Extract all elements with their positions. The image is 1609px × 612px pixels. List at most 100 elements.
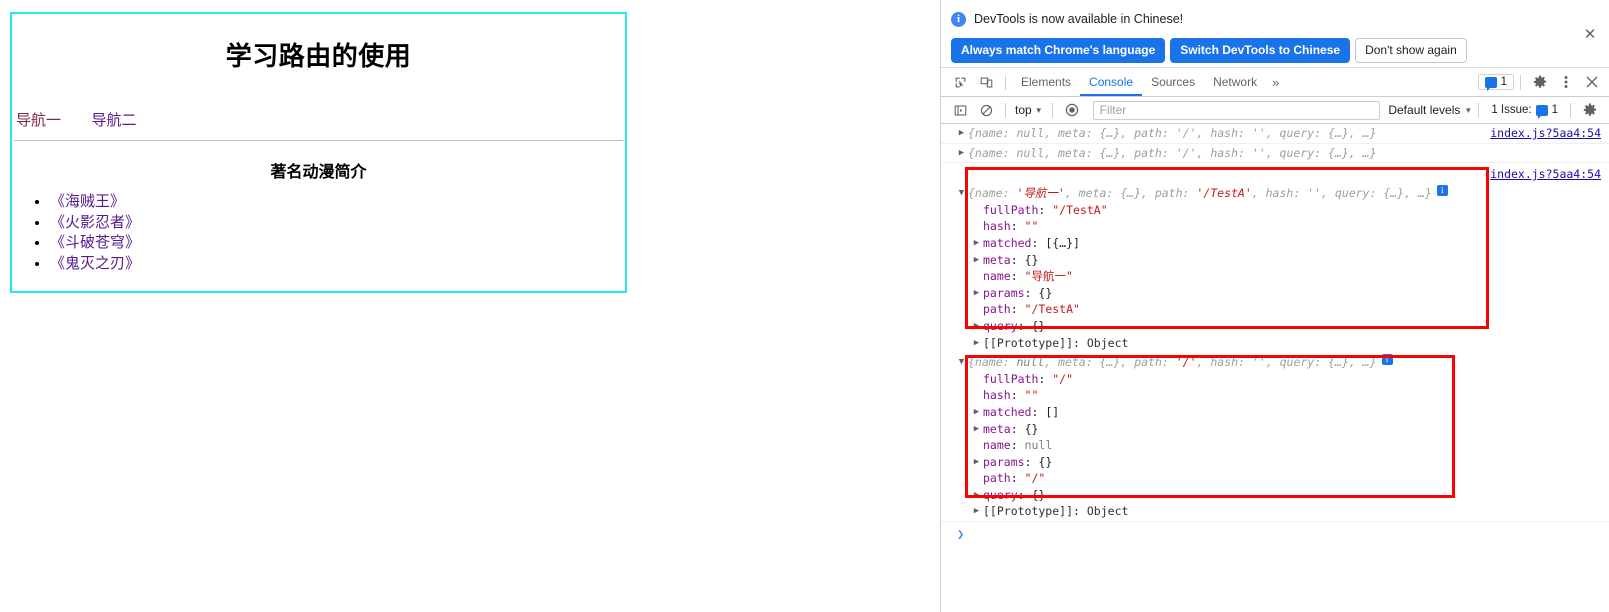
live-expression-icon[interactable] (1059, 98, 1085, 122)
console-settings-gear-icon[interactable] (1577, 98, 1603, 122)
prompt-caret-icon: ❯ (957, 527, 965, 542)
expand-arrow-icon[interactable]: ▶ (970, 235, 983, 252)
expand-arrow-icon[interactable]: ▶ (970, 454, 983, 471)
property-key: params (983, 454, 1025, 469)
property-value: {} (1024, 252, 1039, 267)
source-link[interactable]: index.js?5aa4:54 (1490, 125, 1601, 142)
expand-arrow-icon[interactable]: ▶ (970, 487, 983, 504)
device-toolbar-icon[interactable] (973, 70, 999, 94)
preview-path-value: '/TestA' (1196, 186, 1252, 201)
property-key: path (983, 471, 1011, 486)
console-filter-input[interactable] (1092, 100, 1381, 120)
locale-notification-banner: i DevTools is now available in Chinese! … (941, 0, 1609, 68)
property-value: "" (1024, 388, 1039, 403)
property-value: {} (1038, 285, 1053, 300)
issues-counter[interactable]: 1 Issue: 1 (1485, 103, 1564, 119)
close-devtools-icon[interactable] (1579, 70, 1605, 94)
execution-context-selector[interactable]: top ▼ (1012, 103, 1046, 117)
object-preview: {name: null, meta: {…}, path: '/', hash:… (968, 126, 1377, 140)
collapse-arrow-icon[interactable]: ▼ (955, 354, 968, 371)
property-value: {} (1024, 421, 1039, 436)
expand-arrow-icon[interactable]: ▶ (970, 404, 983, 421)
gear-icon[interactable] (1527, 70, 1553, 94)
object-preview: {name: null, meta: {…}, path: '/', hash:… (968, 355, 1377, 370)
expand-arrow-icon[interactable]: ▶ (970, 318, 983, 335)
expand-arrow-icon[interactable]: ▶ (970, 503, 983, 520)
object-property[interactable]: ▶ query: {} (955, 487, 1609, 504)
property-value: Object (1086, 335, 1129, 350)
tab-console[interactable]: Console (1080, 68, 1143, 96)
log-levels-selector[interactable]: Default levels ▼ (1388, 103, 1472, 117)
issues-count: 1 (1551, 104, 1558, 116)
more-tabs-icon[interactable]: » (1266, 75, 1285, 90)
property-value: Object (1086, 504, 1129, 519)
object-property[interactable]: ▶ query: {} (955, 318, 1609, 335)
object-property: fullPath: "/" (983, 371, 1074, 386)
close-icon[interactable]: ✕ (1581, 26, 1599, 44)
app-container: 学习路由的使用 导航一 导航二 著名动漫简介 《海贼王》 《火影忍者》 《斗破苍… (10, 12, 627, 293)
tab-sources[interactable]: Sources (1142, 68, 1204, 96)
console-message-collapsed-1[interactable]: ▶ {name: null, meta: {…}, path: '/', has… (941, 124, 1609, 144)
message-count: 1 (1500, 76, 1507, 88)
property-key: name (983, 269, 1011, 284)
expand-arrow-icon[interactable]: ▶ (955, 145, 968, 162)
object-property[interactable]: ▶ params: {} (955, 285, 1609, 302)
divider (1005, 102, 1006, 118)
expand-arrow-icon[interactable]: ▶ (970, 285, 983, 302)
info-icon[interactable]: i (1436, 185, 1448, 197)
nav-bar: 导航一 导航二 (14, 73, 623, 141)
expand-arrow-icon[interactable]: ▶ (955, 125, 968, 142)
console-message-list[interactable]: ▶ {name: null, meta: {…}, path: '/', has… (941, 124, 1609, 612)
source-link[interactable]: index.js?5aa4:54 (1490, 166, 1601, 183)
property-key: query (983, 318, 1018, 333)
property-key: [[Prototype]] (983, 335, 1074, 350)
property-value: "/TestA" (1052, 202, 1108, 217)
property-key: name (983, 438, 1011, 453)
list-item: 《鬼灭之刃》 (50, 254, 625, 275)
preview-path-value: '/' (1175, 355, 1197, 370)
collapse-arrow-icon[interactable]: ▼ (955, 185, 968, 202)
property-key: fullPath (983, 202, 1039, 217)
dont-show-again-button[interactable]: Don't show again (1355, 38, 1467, 63)
property-key: path (983, 302, 1011, 317)
inspect-element-icon[interactable] (947, 70, 973, 94)
console-prompt[interactable]: ❯ (941, 522, 1609, 543)
expand-arrow-icon[interactable]: ▶ (970, 421, 983, 438)
property-value: "/TestA" (1024, 302, 1080, 317)
divider (1005, 74, 1006, 90)
object-property[interactable]: ▶ meta: {} (955, 421, 1609, 438)
expand-arrow-icon[interactable]: ▶ (970, 335, 983, 352)
tab-elements[interactable]: Elements (1012, 68, 1080, 96)
console-filter-toolbar: top ▼ Default levels ▼ 1 Issue: 1 (941, 97, 1609, 124)
property-key: fullPath (983, 371, 1039, 386)
issues-label: 1 Issue: (1491, 104, 1532, 116)
switch-to-chinese-button[interactable]: Switch DevTools to Chinese (1170, 38, 1351, 63)
more-options-icon[interactable] (1553, 70, 1579, 94)
nav-link-2[interactable]: 导航二 (91, 112, 136, 129)
object-property: hash: "" (983, 388, 1039, 403)
message-count-pill[interactable]: 1 (1477, 74, 1514, 91)
object-property[interactable]: ▶ [[Prototype]]: Object (955, 503, 1609, 520)
tab-network[interactable]: Network (1204, 68, 1266, 96)
nav-link-1[interactable]: 导航一 (16, 112, 61, 129)
object-property[interactable]: ▶ matched: [{…}] (955, 235, 1609, 252)
property-value: "" (1024, 219, 1039, 234)
console-sidebar-icon[interactable] (947, 98, 973, 122)
banner-message: DevTools is now available in Chinese! (974, 12, 1184, 26)
object-property[interactable]: ▶ [[Prototype]]: Object (955, 335, 1609, 352)
console-message-collapsed-2[interactable]: ▶ {name: null, meta: {…}, path: '/', has… (941, 144, 1609, 164)
property-value: [{…}] (1045, 235, 1080, 250)
anime-list: 《海贼王》 《火影忍者》 《斗破苍穹》 《鬼灭之刃》 (12, 192, 625, 274)
always-match-language-button[interactable]: Always match Chrome's language (951, 38, 1166, 63)
console-message-expanded-1[interactable]: index.js?5aa4:54 ▼ {name: '导航一', meta: {… (941, 163, 1609, 352)
console-message-expanded-2[interactable]: ▼ {name: null, meta: {…}, path: '/', has… (941, 352, 1609, 521)
info-icon[interactable]: i (1381, 354, 1393, 366)
object-header[interactable]: ▼ {name: '导航一', meta: {…}, path: '/TestA… (955, 185, 1609, 202)
object-property[interactable]: ▶ params: {} (955, 454, 1609, 471)
object-header[interactable]: ▼ {name: null, meta: {…}, path: '/', has… (955, 354, 1609, 371)
expand-arrow-icon[interactable]: ▶ (970, 252, 983, 269)
clear-console-icon[interactable] (973, 98, 999, 122)
page-title: 学习路由的使用 (225, 41, 412, 71)
object-property[interactable]: ▶ matched: [] (955, 404, 1609, 421)
object-property[interactable]: ▶ meta: {} (955, 252, 1609, 269)
